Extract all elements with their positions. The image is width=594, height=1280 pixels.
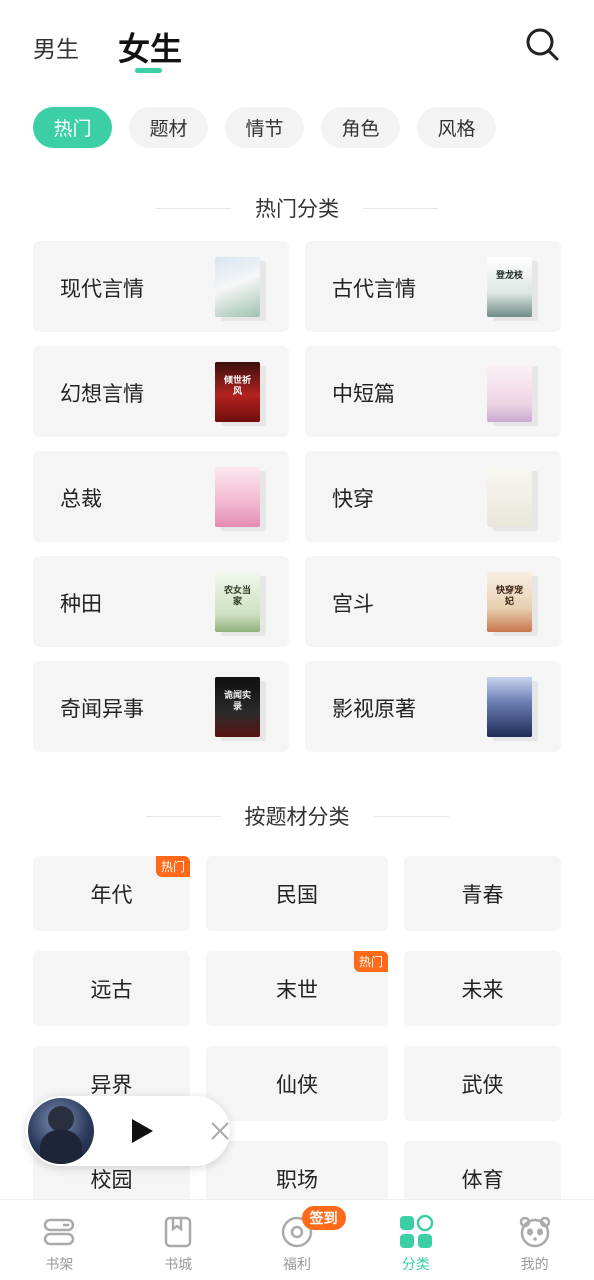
nav-bookshelf[interactable]: 书架: [0, 1200, 119, 1280]
category-card[interactable]: 古代言情 登龙枝: [305, 241, 561, 332]
category-label: 中短篇: [332, 382, 395, 406]
audio-mini-player[interactable]: [26, 1096, 230, 1166]
category-label: 奇闻异事: [60, 697, 144, 721]
play-icon[interactable]: [128, 1116, 156, 1146]
subject-card[interactable]: 年代 热门: [33, 856, 190, 931]
active-tab-indicator: [135, 68, 162, 73]
book-cover: [487, 677, 532, 737]
category-card[interactable]: 现代言情: [33, 241, 289, 332]
subject-label: 民国: [276, 882, 318, 907]
player-cover-image[interactable]: [28, 1098, 94, 1164]
cover-figure-body: [40, 1130, 82, 1164]
book-cover: 农女当家: [215, 572, 260, 632]
chip-style[interactable]: 风格: [417, 107, 496, 148]
subject-label: 年代: [90, 882, 133, 907]
category-card[interactable]: 快穿: [305, 451, 561, 542]
subject-card[interactable]: 仙侠: [206, 1046, 388, 1121]
search-icon[interactable]: [524, 26, 560, 62]
nav-label: 书架: [45, 1257, 74, 1273]
category-card[interactable]: 种田 农女当家: [33, 556, 289, 647]
category-label: 种田: [60, 592, 102, 616]
divider: [373, 815, 449, 817]
hot-section-heading: 热门分类: [0, 193, 594, 223]
category-label: 快穿: [332, 487, 374, 511]
category-card[interactable]: 影视原著: [305, 661, 561, 752]
divider: [363, 207, 438, 209]
category-card[interactable]: 中短篇: [305, 346, 561, 437]
top-header: 男生 女生: [0, 0, 594, 90]
subject-label: 青春: [461, 882, 504, 907]
subject-section-title: 按题材分类: [244, 805, 350, 829]
book-cover: [215, 257, 260, 317]
subject-card[interactable]: 末世 热门: [206, 951, 388, 1026]
subject-section-heading: 按题材分类: [0, 801, 594, 831]
bookstore-icon: [160, 1214, 196, 1250]
cover-title: 诡闻实录: [223, 691, 251, 712]
subject-label: 远古: [90, 977, 133, 1002]
category-card[interactable]: 总裁: [33, 451, 289, 542]
category-label: 总裁: [60, 487, 102, 511]
chip-hot[interactable]: 热门: [33, 107, 112, 148]
subject-card[interactable]: 民国: [206, 856, 388, 931]
category-card[interactable]: 宫斗 快穿宠妃: [305, 556, 561, 647]
category-label: 宫斗: [332, 592, 374, 616]
profile-icon: [517, 1214, 553, 1250]
book-cover: 倾世祈风: [215, 362, 260, 422]
nav-label: 福利: [282, 1257, 311, 1273]
subject-label: 校园: [90, 1167, 133, 1192]
book-cover: 快穿宠妃: [487, 572, 532, 632]
nav-welfare[interactable]: 福利 签到: [238, 1200, 357, 1280]
category-label: 影视原著: [332, 697, 416, 721]
subject-label: 异界: [90, 1072, 133, 1097]
bottom-navigation: 书架 书城 福利 签到 分类 我的: [0, 1199, 594, 1280]
nav-label: 书城: [164, 1257, 193, 1273]
subject-label: 体育: [461, 1167, 504, 1192]
chip-role[interactable]: 角色: [321, 107, 400, 148]
category-card[interactable]: 幻想言情 倾世祈风: [33, 346, 289, 437]
nav-profile[interactable]: 我的: [475, 1200, 594, 1280]
subject-label: 仙侠: [276, 1072, 318, 1097]
close-icon[interactable]: [210, 1121, 230, 1141]
filter-chips: 热门 题材 情节 角色 风格: [33, 107, 496, 148]
subject-card[interactable]: 未来: [404, 951, 561, 1026]
cover-title: 农女当家: [223, 586, 251, 607]
cover-title: 登龙枝: [495, 271, 523, 281]
subject-label: 末世: [276, 977, 318, 1002]
book-cover: [487, 362, 532, 422]
subject-card[interactable]: 武侠: [404, 1046, 561, 1121]
hot-badge: 热门: [353, 951, 388, 972]
nav-category[interactable]: 分类: [356, 1200, 475, 1280]
divider: [156, 207, 231, 209]
nav-bookstore[interactable]: 书城: [119, 1200, 238, 1280]
category-label: 古代言情: [332, 277, 416, 301]
subject-label: 职场: [276, 1167, 318, 1192]
book-cover: [215, 467, 260, 527]
cover-title: 倾世祈风: [223, 376, 251, 397]
book-cover: 登龙枝: [487, 257, 532, 317]
subject-card[interactable]: 远古: [33, 951, 190, 1026]
chip-subject[interactable]: 题材: [129, 107, 208, 148]
book-cover: 诡闻实录: [215, 677, 260, 737]
divider: [145, 815, 221, 817]
category-card[interactable]: 奇闻异事 诡闻实录: [33, 661, 289, 752]
checkin-badge[interactable]: 签到: [301, 1206, 346, 1230]
cover-figure: [48, 1106, 74, 1132]
hot-badge: 热门: [155, 856, 190, 877]
book-cover: [487, 467, 532, 527]
tab-female[interactable]: 女生: [118, 24, 182, 70]
hot-section-title: 热门分类: [255, 197, 339, 221]
nav-label: 分类: [401, 1257, 430, 1273]
hot-category-grid: 现代言情 古代言情 登龙枝 幻想言情 倾世祈风 中短篇 总裁 快穿 种田 农女当…: [33, 241, 561, 752]
subject-label: 未来: [461, 977, 504, 1002]
category-label: 现代言情: [60, 277, 144, 301]
subject-card[interactable]: 青春: [404, 856, 561, 931]
category-label: 幻想言情: [60, 382, 144, 406]
bookshelf-icon: [41, 1214, 77, 1250]
chip-plot[interactable]: 情节: [225, 107, 304, 148]
subject-label: 武侠: [461, 1072, 504, 1097]
tab-male[interactable]: 男生: [33, 30, 79, 64]
nav-label: 我的: [520, 1257, 549, 1273]
category-icon: [398, 1214, 434, 1250]
cover-title: 快穿宠妃: [495, 586, 523, 607]
